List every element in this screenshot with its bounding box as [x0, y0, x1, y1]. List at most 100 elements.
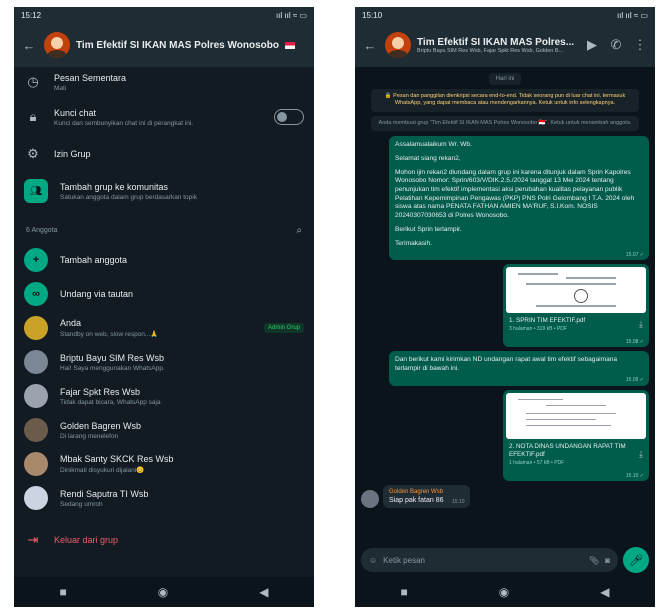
member-row[interactable]: Fajar Spkt Res Wsb Tidak dapat bicara, W… — [14, 379, 314, 413]
member-row[interactable]: Rendi Saputra TI Wsb Sedang umroh — [14, 481, 314, 515]
phone-call-icon[interactable]: ✆ — [607, 37, 625, 53]
composer: ☺ Ketik pesan 📎︎ ◙ 🎤︎ — [361, 547, 649, 573]
community-label: Tambah grup ke komunitas — [60, 181, 169, 192]
member-row[interactable]: Briptu Bayu SIM Res Wsb Hai! Saya menggu… — [14, 345, 314, 379]
add-member-button[interactable]: + Tambah anggota — [14, 243, 314, 277]
chat-subtitle: Briptu Bayu SIM Res Wsb, Fajar Spkt Res … — [417, 47, 564, 54]
setting-sub: Kunci dan sembunyikan chat ini di perang… — [54, 119, 194, 127]
action-label: Tambah anggota — [60, 255, 128, 265]
more-menu-icon[interactable]: ⋮ — [631, 37, 649, 53]
avatar — [24, 350, 48, 374]
back-icon[interactable]: ◀ — [259, 585, 268, 599]
back-icon[interactable]: ◀ — [600, 585, 609, 599]
member-row[interactable]: Mbak Santy SKCK Res Wsb Dinikmati disyuk… — [14, 447, 314, 481]
exit-group-button[interactable]: ⇥ Keluar dari grup — [14, 523, 314, 557]
message-line: Berikut Sprin terlampir. — [395, 225, 462, 233]
message-time: 15.09 ✓ — [625, 377, 644, 384]
setting-label: Pesan Sementara — [54, 72, 127, 83]
signal-icons: ııl ııl ≈ ▭ — [275, 10, 307, 20]
setting-chat-lock[interactable]: 🔒︎ Kunci chat Kunci dan sembunyikan chat… — [14, 97, 314, 137]
member-name: Mbak Santy SKCK Res Wsb — [60, 454, 174, 464]
member-status: Di larang menelefon — [60, 432, 119, 440]
clock: 15:12 — [21, 10, 42, 20]
back-arrow-icon[interactable]: ← — [361, 38, 379, 53]
message-text: Dan berikut kami kirimkan ND undangan ra… — [395, 356, 618, 373]
home-icon[interactable]: ◉ — [499, 585, 509, 599]
flag-icon — [284, 41, 295, 49]
clock: 15:10 — [362, 10, 383, 20]
message-line: Mohon ijin rekan2 diundang dalam grup in… — [395, 168, 635, 220]
setting-group-permissions[interactable]: ⚙ Izin Grup — [14, 137, 314, 171]
community-sub: Satukan anggota dalam grup berdasarkan t… — [60, 193, 197, 201]
message-line: Terimakasih. — [395, 239, 433, 247]
document-meta: 1 halaman • 57 kB • PDF — [509, 460, 565, 467]
setting-disappearing-messages[interactable]: ◷ Pesan Sementara Mati — [14, 67, 314, 97]
community-icon: 👥︎ — [24, 179, 48, 203]
member-count: 6 Anggota — [26, 226, 58, 234]
message-input[interactable]: ☺ Ketik pesan 📎︎ ◙ — [361, 548, 618, 572]
emoji-icon[interactable]: ☺ — [369, 556, 377, 565]
download-icon[interactable]: ⤓ — [639, 319, 643, 330]
chat-title: Tim Efektif SI IKAN MAS Polres... — [417, 36, 575, 48]
timer-icon: ◷ — [27, 74, 39, 89]
group-info-header: ← Tim Efektif SI IKAN MAS Polres Wonosob… — [14, 23, 314, 67]
chat-screen: 15:10 ııl ııl ≈ ▭ ← Tim Efektif SI IKAN … — [355, 7, 655, 607]
members-header: 6 Anggota ⌕ — [14, 217, 314, 243]
incoming-message[interactable]: Golden Bagren Wsb Siap pak fatan 86 15.1… — [383, 485, 470, 509]
group-created-notice[interactable]: Anda membuat grup "Tim Efektif SI IKAN M… — [371, 115, 639, 132]
lock-icon: 🔒︎ — [29, 109, 37, 124]
add-person-icon: + — [24, 248, 48, 272]
exit-icon: ⇥ — [27, 532, 39, 547]
chat-title-block[interactable]: Tim Efektif SI IKAN MAS Polres... Briptu… — [417, 37, 577, 54]
group-title: Tim Efektif SI IKAN MAS Polres Wonosobo — [76, 39, 279, 51]
group-avatar[interactable] — [385, 32, 411, 58]
document-message[interactable]: 1. SPRIN TIM EFEKTIF.pdf 3 halaman • 319… — [503, 264, 649, 348]
avatar — [24, 418, 48, 442]
group-avatar[interactable] — [44, 32, 70, 58]
document-preview — [506, 267, 646, 314]
member-name: Anda — [60, 318, 82, 328]
document-meta: 3 halaman • 319 kB • PDF — [509, 326, 567, 333]
avatar — [24, 384, 48, 408]
sender-name[interactable]: Golden Bagren Wsb — [389, 489, 464, 495]
android-nav-bar: ■ ◉ ◀ — [14, 577, 314, 607]
document-message[interactable]: 2. NOTA DINAS UNDANGAN RAPAT TIM EFEKTIF… — [503, 389, 649, 482]
home-icon[interactable]: ◉ — [158, 585, 168, 599]
date-pill: Hari ini — [488, 73, 522, 85]
message-time: 15.08 ✓ — [625, 339, 644, 346]
video-call-icon[interactable]: ▶︎ — [583, 37, 601, 53]
outgoing-message[interactable]: Assalamualaikum Wr. Wb. Selamat siang re… — [389, 136, 649, 261]
message-line: Selamat siang rekan2, — [395, 154, 461, 162]
action-label: Undang via tautan — [60, 289, 134, 299]
chat-header: ← Tim Efektif SI IKAN MAS Polres... Brip… — [355, 23, 655, 67]
outgoing-message[interactable]: Dan berikut kami kirimkan ND undangan ra… — [389, 351, 649, 386]
avatar[interactable] — [361, 490, 379, 509]
add-to-community[interactable]: 👥︎ Tambah grup ke komunitas Satukan angg… — [14, 171, 314, 211]
setting-sub: Mati — [54, 84, 67, 92]
exit-label: Keluar dari grup — [54, 535, 119, 545]
search-icon[interactable]: ⌕ — [296, 225, 302, 236]
setting-label: Izin Grup — [54, 149, 91, 159]
member-name: Briptu Bayu SIM Res Wsb — [60, 352, 165, 363]
message-time: 15.10 ✓ — [625, 473, 644, 480]
camera-icon[interactable]: ◙ — [605, 556, 610, 565]
attach-icon[interactable]: 📎︎ — [589, 556, 599, 565]
document-preview — [506, 392, 646, 439]
member-row[interactable]: Anda Standby on web, slow respon...🙏 Adm… — [14, 311, 314, 345]
encryption-notice[interactable]: 🔒 Pesan dan panggilan dienkripsi secara … — [371, 89, 639, 112]
member-row[interactable]: Golden Bagren Wsb Di larang menelefon — [14, 413, 314, 447]
android-nav-bar: ■ ◉ ◀ — [355, 577, 655, 607]
recents-icon[interactable]: ■ — [60, 585, 67, 599]
member-status: Sedang umroh — [60, 500, 103, 508]
invite-link-button[interactable]: ∞ Undang via tautan — [14, 277, 314, 311]
message-time: 15.10 — [451, 499, 465, 506]
back-arrow-icon[interactable]: ← — [20, 38, 38, 53]
message-list[interactable]: Hari ini 🔒 Pesan dan panggilan dienkrips… — [355, 67, 655, 577]
recents-icon[interactable]: ■ — [401, 585, 408, 599]
setting-label: Kunci chat — [54, 107, 97, 118]
document-name: 2. NOTA DINAS UNDANGAN RAPAT TIM EFEKTIF… — [509, 442, 626, 459]
document-name: 1. SPRIN TIM EFEKTIF.pdf — [509, 317, 586, 325]
download-icon[interactable]: ⤓ — [639, 449, 643, 460]
mic-button[interactable]: 🎤︎ — [623, 547, 649, 573]
chat-lock-toggle[interactable] — [274, 109, 304, 125]
